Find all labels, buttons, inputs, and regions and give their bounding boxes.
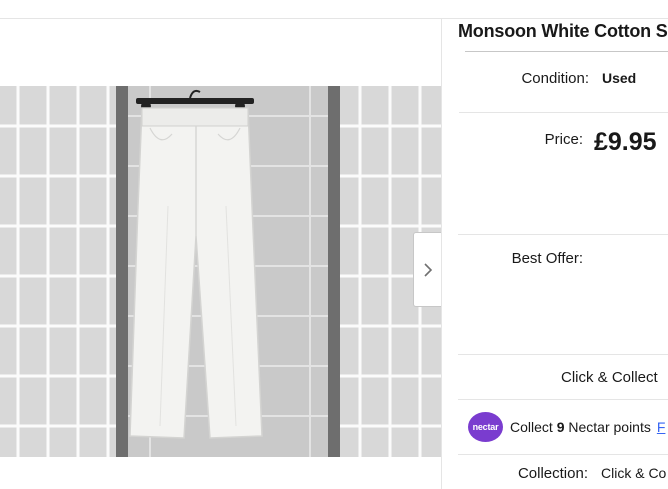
divider <box>459 112 668 113</box>
listing-info: Monsoon White Cotton S Condition: Used P… <box>442 19 668 489</box>
nectar-collect-prefix: Collect <box>510 419 553 435</box>
nectar-points-value: 9 <box>556 419 565 435</box>
next-image-button[interactable] <box>413 232 441 307</box>
nectar-points-row: nectar Collect 9 Nectar points F <box>468 412 665 442</box>
collection-value: Click & Co <box>601 465 667 481</box>
gallery-footer <box>0 457 441 489</box>
title-divider <box>465 51 668 52</box>
nectar-points-text: Collect 9 Nectar points <box>510 419 651 435</box>
condition-label: Condition: <box>521 70 589 87</box>
divider <box>458 354 668 355</box>
nectar-points-suffix: Nectar points <box>568 419 651 435</box>
divider <box>458 454 668 455</box>
product-photo-image <box>0 86 441 457</box>
click-collect-heading: Click & Collect <box>561 369 658 386</box>
price-label: Price: <box>544 131 583 148</box>
price-value: £9.95 <box>594 128 657 156</box>
item-title: Monsoon White Cotton S <box>458 21 668 41</box>
collection-label: Collection: <box>517 465 588 482</box>
best-offer-label: Best Offer: <box>511 250 583 267</box>
nectar-logo: nectar <box>468 412 503 442</box>
product-photo[interactable] <box>0 86 441 457</box>
divider <box>458 234 668 235</box>
divider <box>458 399 668 400</box>
condition-value: Used <box>602 70 637 86</box>
top-strip <box>0 0 668 19</box>
nectar-info-link[interactable]: F <box>657 419 666 435</box>
image-gallery <box>0 19 442 489</box>
chevron-right-icon <box>424 262 433 277</box>
